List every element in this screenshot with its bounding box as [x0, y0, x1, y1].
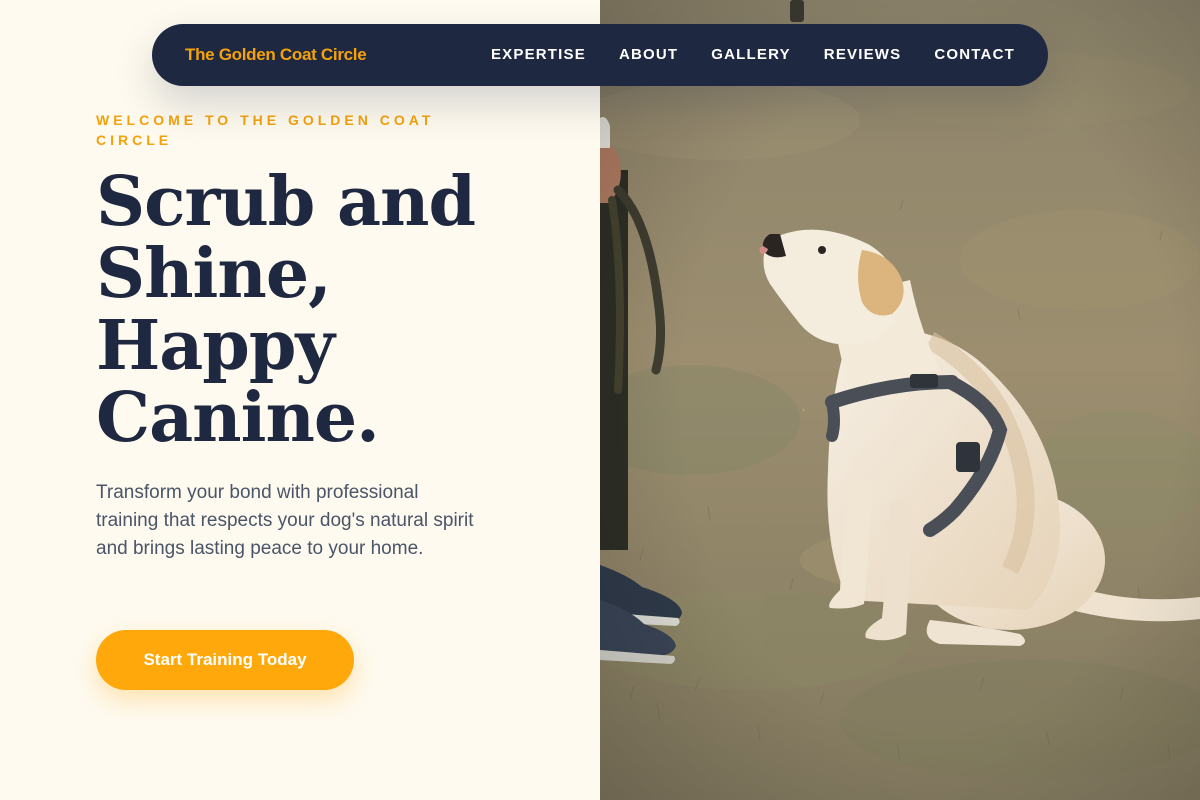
nav-link-gallery[interactable]: GALLERY	[711, 46, 791, 63]
start-training-button[interactable]: Start Training Today	[96, 630, 354, 690]
brand-logo-link[interactable]: The Golden Coat Circle	[185, 44, 367, 66]
hero-photo: ·	[600, 0, 1200, 800]
hero-subtitle: Transform your bond with professional tr…	[96, 482, 474, 559]
nav-link-reviews[interactable]: REVIEWS	[824, 46, 902, 63]
nav-link-expertise[interactable]: EXPERTISE	[491, 46, 586, 63]
nav-link-about[interactable]: ABOUT	[619, 46, 678, 63]
photo-vignette	[600, 0, 1200, 800]
hero-section: WELCOME TO THE GOLDEN COAT CIRCLE Scrub …	[0, 0, 600, 800]
nav-link-contact[interactable]: CONTACT	[934, 46, 1015, 63]
main-navbar: The Golden Coat Circle EXPERTISE ABOUT G…	[152, 24, 1048, 86]
dog-training-photo: ·	[600, 0, 1200, 800]
hero-title: Scrub and Shine, Happy Canine.	[96, 162, 476, 458]
nav-links: EXPERTISE ABOUT GALLERY REVIEWS CONTACT	[491, 44, 1015, 66]
hero-eyebrow: WELCOME TO THE GOLDEN COAT CIRCLE	[96, 112, 435, 148]
